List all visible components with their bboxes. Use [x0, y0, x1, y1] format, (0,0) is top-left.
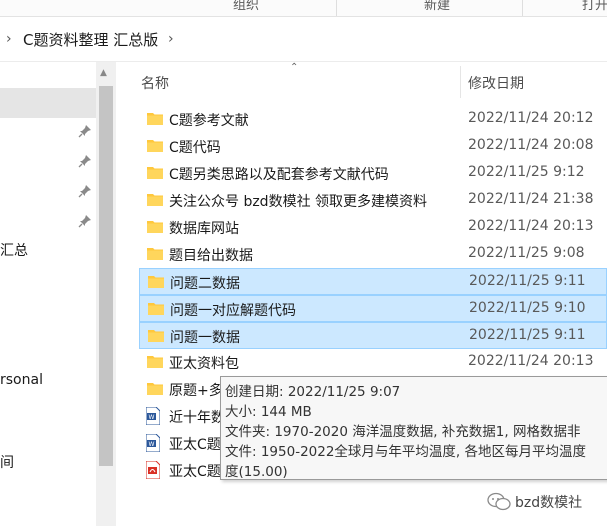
- folder-icon: [148, 303, 164, 315]
- svg-text:W: W: [149, 414, 155, 421]
- column-divider[interactable]: [460, 66, 461, 98]
- tooltip-size: 大小: 144 MB: [225, 404, 312, 420]
- nav-scrollbar-thumb[interactable]: [99, 86, 113, 466]
- ribbon-divider: [522, 0, 523, 16]
- tooltip-files: 文件: 1950-2022全球月与年平均温度, 各地区每月平均温度: [225, 444, 587, 460]
- file-date-modified: 2022/11/25 9:10: [469, 300, 586, 316]
- breadcrumb-chevron-icon[interactable]: ›: [6, 31, 12, 47]
- file-date-modified: 2022/11/25 9:08: [468, 245, 585, 261]
- nav-item-label[interactable]: 间: [0, 452, 14, 472]
- file-row-selected[interactable]: 问题一对应解题代码 2022/11/25 9:10: [139, 295, 607, 322]
- folder-icon: [147, 113, 163, 125]
- folder-icon: [148, 330, 164, 342]
- pin-icon[interactable]: [78, 214, 92, 228]
- file-date-modified: 2022/11/24 20:13: [468, 218, 594, 234]
- file-date-modified: 2022/11/24 21:38: [468, 191, 594, 207]
- ribbon-divider: [336, 0, 337, 16]
- file-name: 亚太C题: [169, 437, 221, 453]
- ribbon-group-organize: 组织: [233, 0, 260, 13]
- folder-icon: [147, 140, 163, 152]
- nav-item-label[interactable]: rsonal: [0, 372, 43, 388]
- file-name: 关注公众号 bzd数模社 领取更多建模资料: [169, 194, 428, 210]
- pdf-document-icon: [146, 461, 160, 479]
- file-name: 亚太资料包: [169, 356, 239, 372]
- file-name: C题参考文献: [169, 113, 249, 129]
- scroll-up-icon[interactable]: ▲: [100, 68, 107, 78]
- file-date-modified: 2022/11/25 9:11: [469, 273, 586, 289]
- file-date-modified: 2022/11/25 9:12: [468, 164, 585, 180]
- ribbon-group-new: 新建: [424, 0, 451, 13]
- pin-icon[interactable]: [78, 124, 92, 138]
- column-header-row: ⌃ 名称 修改日期: [117, 62, 607, 102]
- file-name: 近十年数: [169, 410, 225, 426]
- folder-icon: [147, 383, 163, 395]
- tooltip-created-date: 创建日期: 2022/11/25 9:07: [225, 384, 401, 400]
- file-row[interactable]: 题目给出数据 2022/11/25 9:08: [139, 241, 607, 268]
- breadcrumb-current-folder[interactable]: C题资料整理 汇总版: [23, 29, 158, 50]
- file-name: 问题二数据: [170, 276, 240, 292]
- ribbon-group-labels: 组织 新建 打开: [0, 0, 607, 17]
- file-name: C题另类思路以及配套参考文献代码: [169, 167, 389, 183]
- navigation-pane: 汇总 rsonal 间 ▲: [0, 62, 117, 526]
- breadcrumb-chevron-icon[interactable]: ›: [168, 31, 174, 47]
- file-date-modified: 2022/11/24 20:08: [468, 137, 594, 153]
- file-name: C题代码: [169, 140, 221, 156]
- word-document-icon: W: [146, 434, 160, 452]
- folder-icon: [147, 221, 163, 233]
- file-name: 问题一数据: [170, 330, 240, 346]
- address-bar[interactable]: › C题资料整理 汇总版 ›: [0, 17, 607, 62]
- pin-icon[interactable]: [78, 184, 92, 198]
- word-document-icon: W: [146, 407, 160, 425]
- file-date-modified: 2022/11/24 20:12: [468, 110, 594, 126]
- file-date-modified: 2022/11/24 20:13: [468, 353, 594, 369]
- folder-icon: [147, 167, 163, 179]
- nav-scrollbar[interactable]: ▲: [96, 62, 116, 526]
- file-name: 原题+多: [169, 383, 223, 399]
- folder-icon: [148, 276, 164, 288]
- ribbon-group-open: 打开: [582, 0, 607, 13]
- file-row[interactable]: 关注公众号 bzd数模社 领取更多建模资料 2022/11/24 21:38: [139, 187, 607, 214]
- nav-item-label[interactable]: 汇总: [0, 240, 28, 260]
- column-header-date-modified[interactable]: 修改日期: [468, 73, 524, 93]
- file-row[interactable]: C题参考文献 2022/11/24 20:12: [139, 106, 607, 133]
- sort-ascending-icon: ⌃: [290, 62, 299, 73]
- wechat-icon: [487, 492, 511, 511]
- file-row[interactable]: C题代码 2022/11/24 20:08: [139, 133, 607, 160]
- file-row-selected[interactable]: 问题一数据 2022/11/25 9:11: [139, 322, 607, 349]
- file-name: 问题一对应解题代码: [170, 303, 296, 319]
- file-row[interactable]: C题另类思路以及配套参考文献代码 2022/11/25 9:12: [139, 160, 607, 187]
- file-row[interactable]: 数据库网站 2022/11/24 20:13: [139, 214, 607, 241]
- watermark-text: bzd数模社: [515, 495, 583, 511]
- folder-icon: [147, 248, 163, 260]
- tooltip-files-continued: 度(15.00): [225, 464, 288, 480]
- svg-text:W: W: [149, 441, 155, 448]
- file-row-selected[interactable]: 问题二数据 2022/11/25 9:11: [139, 268, 607, 295]
- file-date-modified: 2022/11/25 9:11: [469, 327, 586, 343]
- file-row[interactable]: 亚太资料包 2022/11/24 20:13: [139, 349, 607, 376]
- nav-item-selected[interactable]: [0, 88, 96, 118]
- folder-info-tooltip: 创建日期: 2022/11/25 9:07 大小: 144 MB 文件夹: 19…: [220, 376, 607, 480]
- column-header-name[interactable]: 名称: [141, 73, 169, 93]
- file-name: 亚太C题: [169, 464, 221, 480]
- folder-icon: [147, 356, 163, 368]
- file-name: 数据库网站: [169, 221, 239, 237]
- folder-icon: [147, 194, 163, 206]
- pin-icon[interactable]: [78, 154, 92, 168]
- file-name: 题目给出数据: [169, 248, 253, 264]
- tooltip-folders: 文件夹: 1970-2020 海洋温度数据, 补充数据1, 网格数据非: [225, 424, 581, 440]
